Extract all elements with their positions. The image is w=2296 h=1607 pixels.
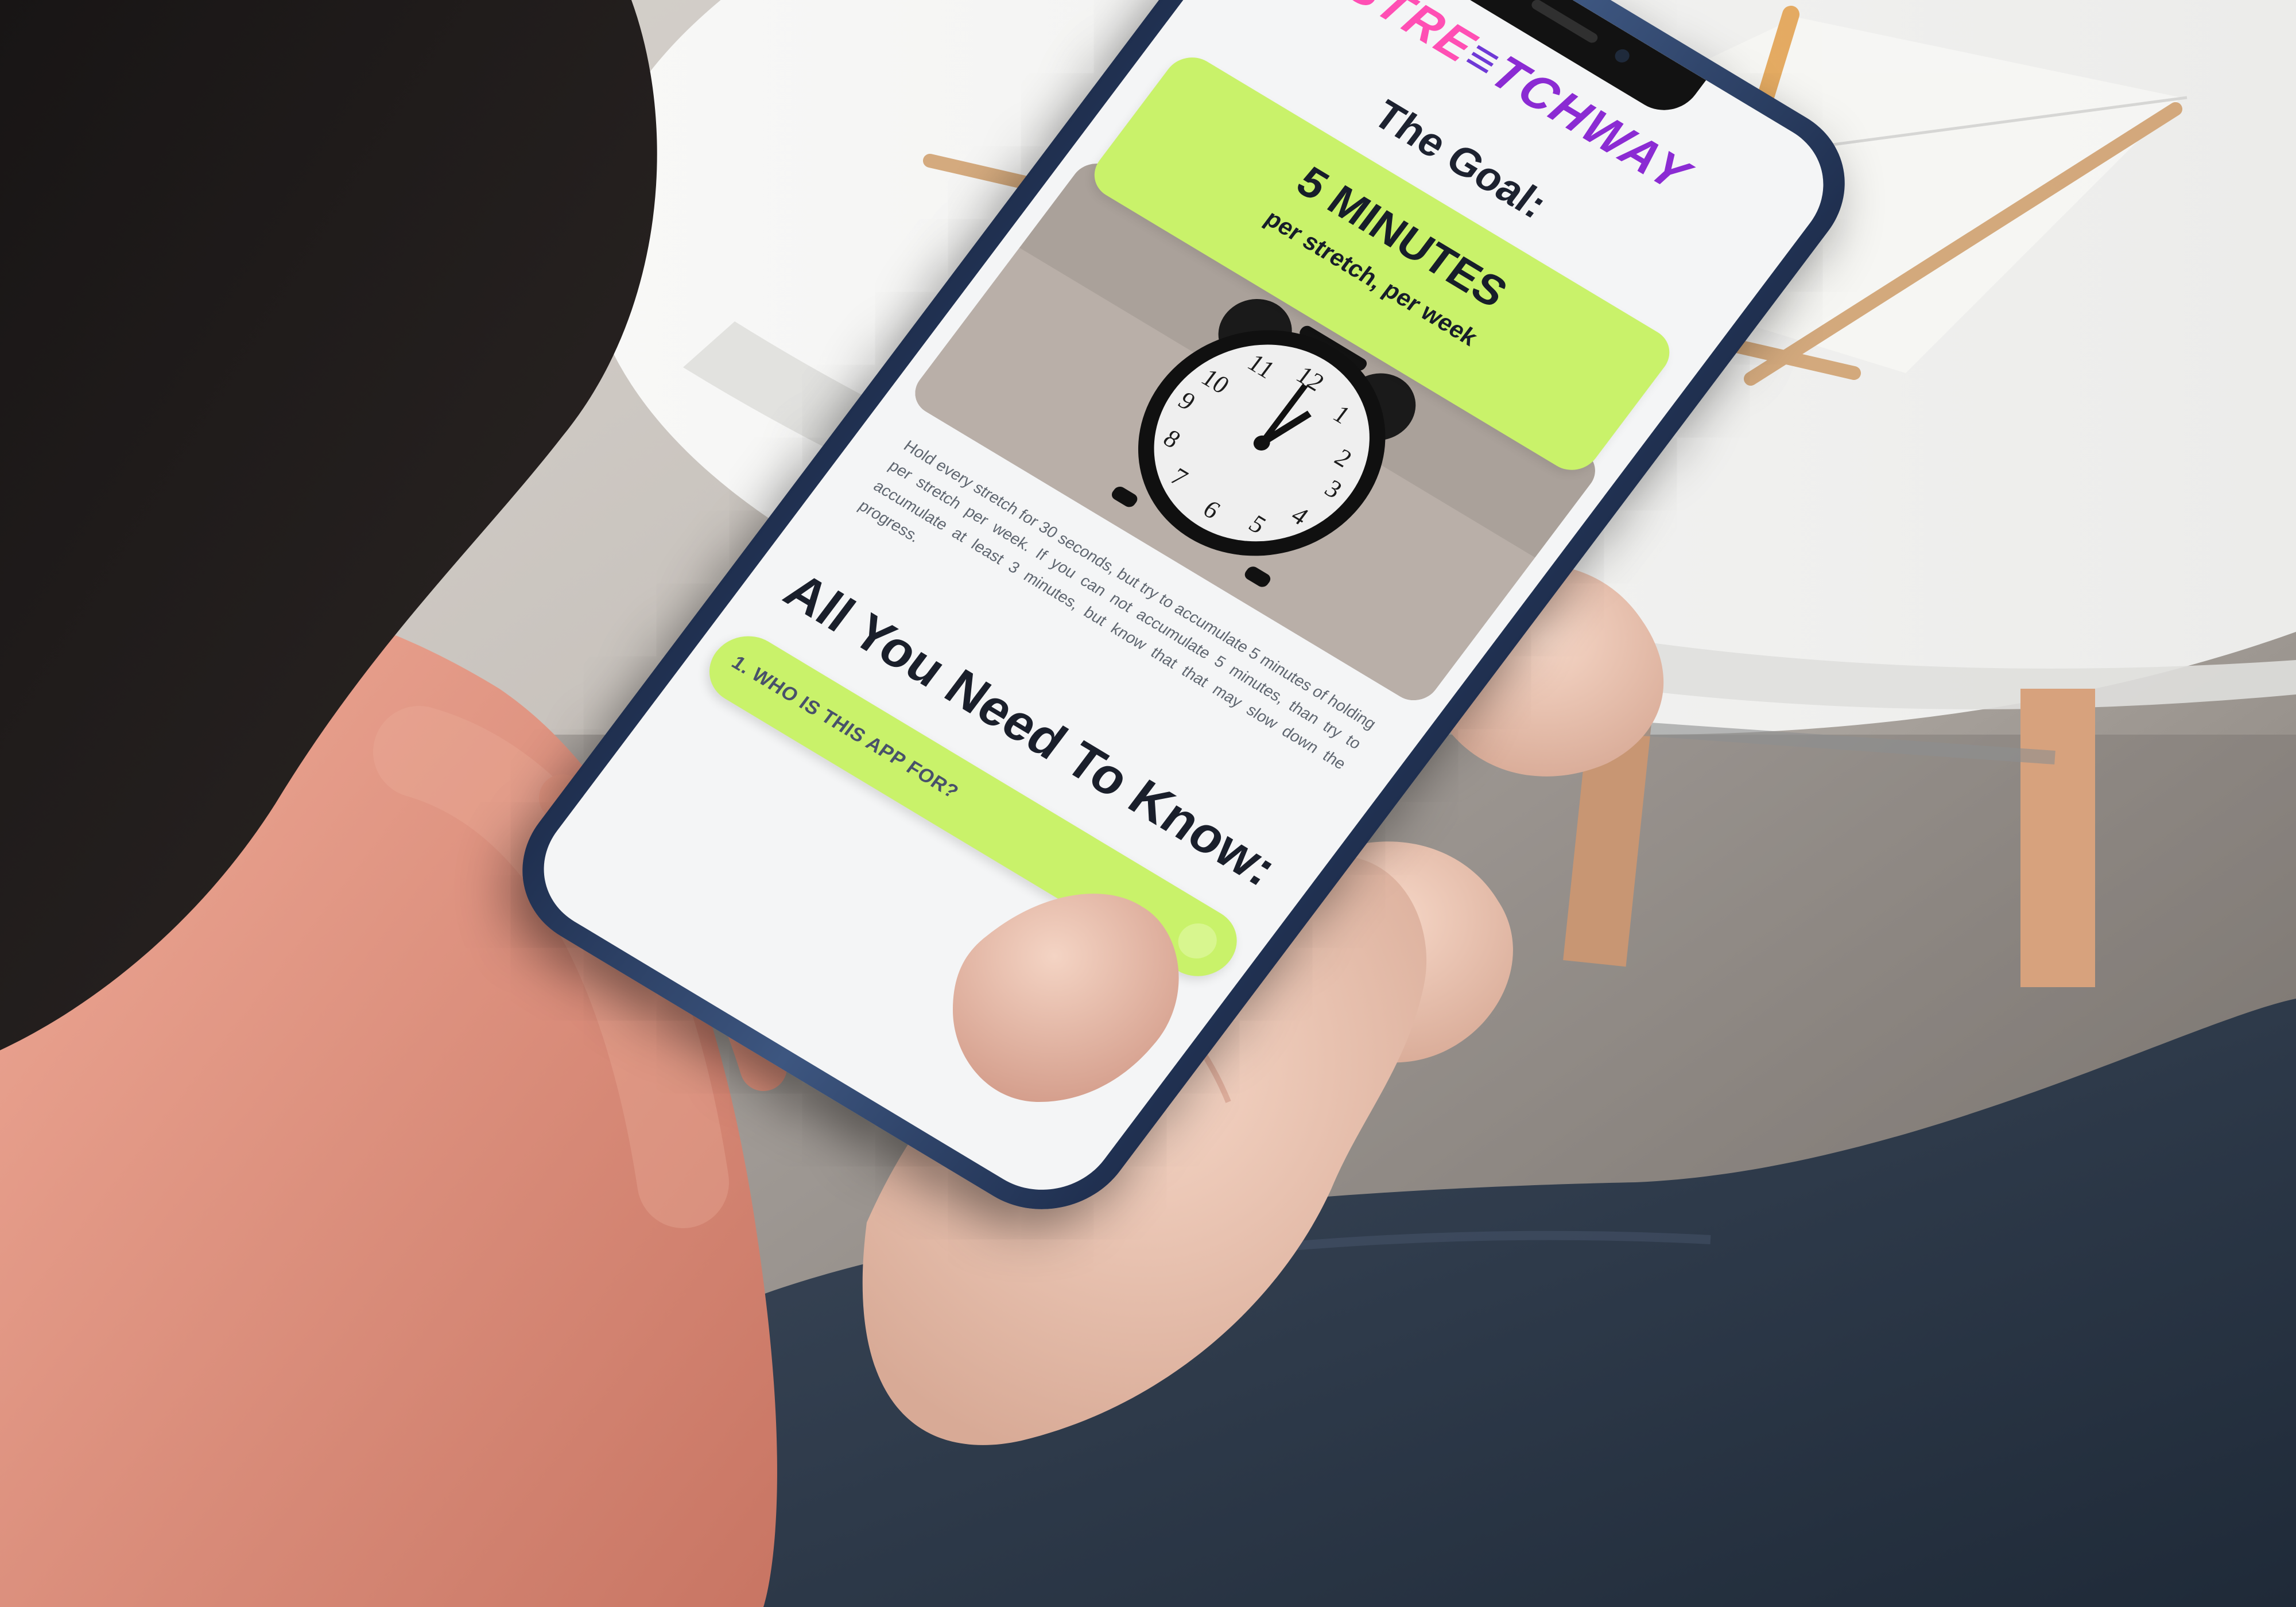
finger-overlay <box>953 894 1179 1102</box>
